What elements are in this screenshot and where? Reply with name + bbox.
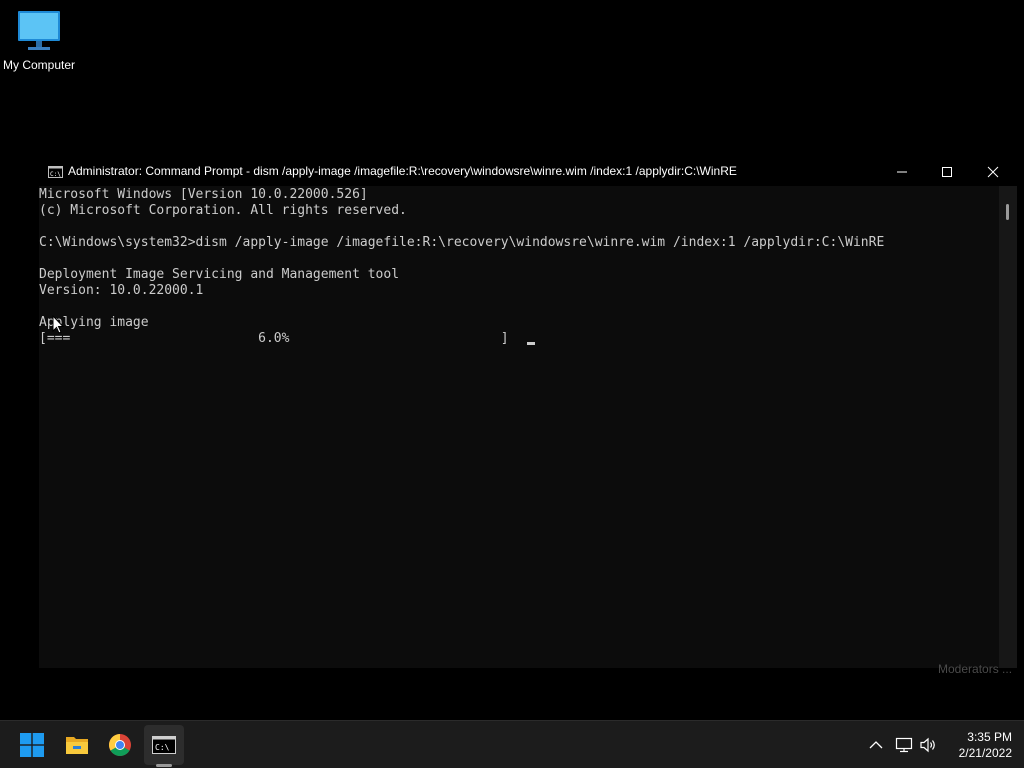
clock-date: 2/21/2022 <box>958 746 1012 760</box>
console-line: Deployment Image Servicing and Managemen… <box>39 267 400 282</box>
close-button[interactable] <box>970 158 1016 186</box>
maximize-button[interactable] <box>924 158 970 186</box>
desktop-icon-my-computer[interactable]: My Computer <box>0 8 78 72</box>
file-explorer-button[interactable] <box>57 725 97 765</box>
text-cursor <box>527 342 535 345</box>
chrome-icon <box>109 734 131 756</box>
cmd-icon: C:\ <box>48 166 63 178</box>
console-output[interactable]: Microsoft Windows [Version 10.0.22000.52… <box>39 186 999 668</box>
command-prompt-window[interactable]: C:\ Administrator: Command Prompt - dism… <box>39 158 1017 668</box>
watermark-text: Moderators ... <box>938 662 1013 676</box>
folder-icon <box>66 737 88 754</box>
close-icon <box>987 166 999 178</box>
progress-bar-line: [=== 6.0% ] <box>39 331 509 346</box>
mouse-pointer-icon <box>52 315 64 334</box>
volume-icon[interactable] <box>918 735 938 755</box>
active-app-indicator <box>156 764 172 767</box>
svg-text:C:\: C:\ <box>155 743 170 752</box>
minimize-button[interactable] <box>879 158 925 186</box>
console-line: Microsoft Windows [Version 10.0.22000.52… <box>39 187 368 202</box>
scrollbar-thumb[interactable] <box>1006 204 1009 220</box>
desktop-icon-label: My Computer <box>2 58 76 72</box>
window-title-bar[interactable]: C:\ Administrator: Command Prompt - dism… <box>39 158 1017 186</box>
network-icon[interactable] <box>894 735 914 755</box>
svg-text:C:\: C:\ <box>50 171 61 178</box>
cmd-icon: C:\ <box>152 736 176 754</box>
window-title: Administrator: Command Prompt - dism /ap… <box>68 164 737 178</box>
monitor-icon <box>18 11 60 50</box>
start-button[interactable] <box>12 725 52 765</box>
console-line: C:\Windows\system32>dism /apply-image /i… <box>39 235 885 250</box>
windows-logo-icon <box>20 733 44 757</box>
command-prompt-taskbar-button[interactable]: C:\ <box>144 725 184 765</box>
clock[interactable]: 3:35 PM 2/21/2022 <box>944 729 1012 761</box>
minimize-icon <box>897 171 907 173</box>
console-line: Version: 10.0.22000.1 <box>39 283 204 298</box>
taskbar: C:\ 3:35 PM 2/21/2022 <box>0 720 1024 768</box>
desktop: My Computer C:\ Administrator: Command P… <box>0 0 1024 720</box>
chrome-button[interactable] <box>100 725 140 765</box>
console-text: Microsoft Windows [Version 10.0.22000.52… <box>39 187 884 347</box>
console-line: (c) Microsoft Corporation. All rights re… <box>39 203 407 218</box>
chevron-up-icon[interactable] <box>866 735 886 755</box>
vertical-scrollbar[interactable] <box>999 186 1017 668</box>
clock-time: 3:35 PM <box>967 730 1012 744</box>
maximize-icon <box>942 167 952 177</box>
